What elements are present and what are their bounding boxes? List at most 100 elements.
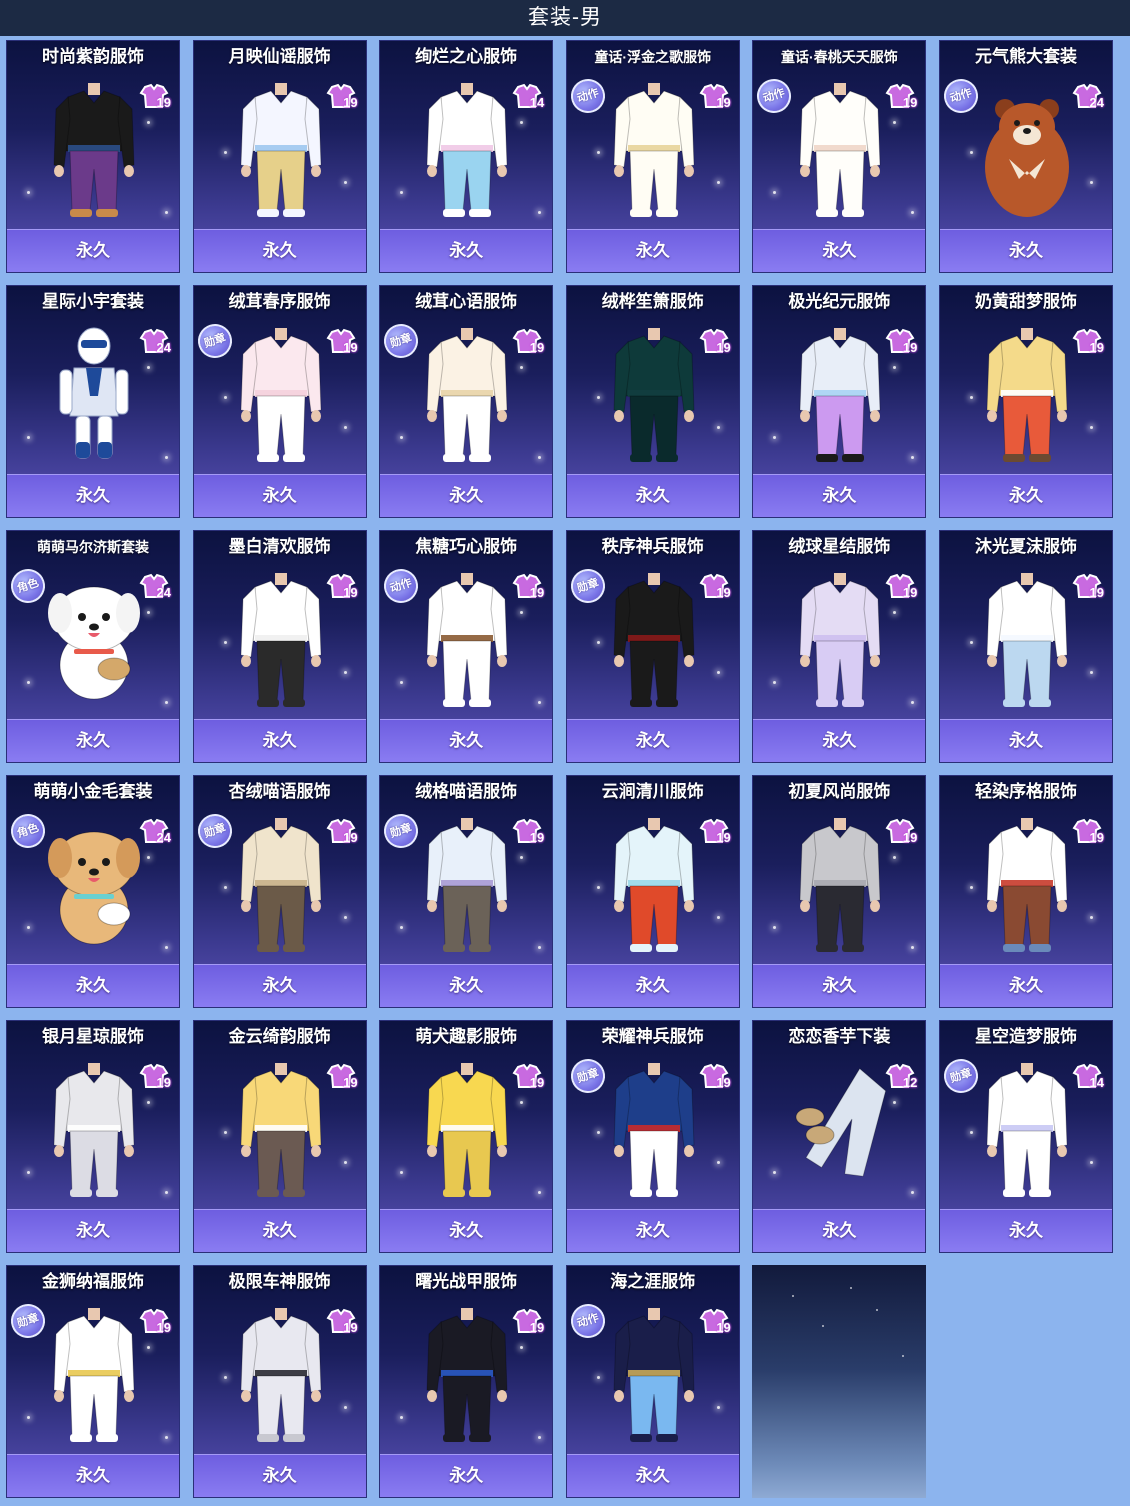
duration-label: 永久 [193,474,366,517]
outfit-card[interactable]: 轻染序格服饰 19 永久 [938,775,1113,1008]
level-value: 19 [1089,830,1104,845]
outfit-card[interactable]: 金狮纳福服饰 19 勋章 永久 [6,1265,180,1498]
sparkle-decoration [773,191,777,194]
outfit-card[interactable]: 焦糖巧心服饰 19 动作 永久 [379,530,554,763]
pants-icon [795,1067,887,1177]
outfit-name: 奶黄甜梦服饰 [974,292,1077,311]
outfit-card[interactable]: 绒格喵语服饰 19 勋章 永久 [379,775,554,1008]
level-badge: 19 [139,83,173,111]
sparkle-decoration [893,856,897,859]
sparkle-decoration [27,926,30,929]
outfit-card[interactable]: 星空造梦服饰 14 勋章 永久 [938,1020,1113,1253]
outfit-name: 极光纪元服饰 [788,292,891,311]
outfit-icon [426,818,508,952]
outfit-card[interactable]: 云涧清川服饰 19 永久 [565,775,740,1008]
level-value: 24 [156,340,171,355]
level-badge: 19 [326,573,360,601]
outfit-card[interactable]: 极限车神服饰 19 永久 [192,1265,367,1498]
outfit-icon [240,1308,322,1442]
sparkle-decoration [893,121,897,124]
duration-label: 永久 [753,474,926,517]
outfit-card[interactable]: 时尚紫韵服饰 19 永久 [6,40,180,273]
outfit-name: 元气熊大套装 [974,47,1077,66]
page-header: 套装-男 [0,0,1130,36]
sparkle-decoration [343,181,347,184]
outfit-card[interactable]: 银月星琼服饰 19 永久 [6,1020,180,1253]
duration-label: 永久 [939,719,1112,762]
outfit-icon [799,818,881,952]
outfit-card[interactable]: 极光纪元服饰 19 永久 [752,285,927,518]
sparkle-decoration [716,1161,720,1164]
page-title: 套装-男 [528,6,602,29]
outfit-card[interactable]: 绒桦笙箫服饰 19 永久 [565,285,740,518]
outfit-icon [986,1063,1068,1197]
outfit-name: 秩序神兵服饰 [601,537,704,556]
sparkle-decoration [911,456,915,459]
level-value: 24 [156,830,171,845]
outfit-icon [613,573,695,707]
outfit-card[interactable]: 童话·浮金之歌服饰 19 动作 永久 [565,40,740,273]
duration-label: 永久 [566,1454,739,1497]
duration-label: 永久 [566,964,739,1007]
outfit-card[interactable]: 金云绮韵服饰 19 永久 [192,1020,367,1253]
sparkle-decoration [1089,426,1093,429]
outfit-name: 时尚紫韵服饰 [42,47,144,66]
sparkle-decoration [165,1436,168,1439]
duration-label: 永久 [193,719,366,762]
sparkle-decoration [716,671,720,674]
sparkle-decoration [343,1161,347,1164]
level-badge: 19 [885,818,919,846]
outfit-card[interactable]: 星际小宇套装 24 永久 [6,285,180,518]
level-badge: 19 [699,328,733,356]
level-value: 24 [1089,95,1104,110]
level-badge: 19 [699,818,733,846]
outfit-card[interactable]: 荣耀神兵服饰 19 勋章 永久 [565,1020,740,1253]
level-badge: 24 [139,328,173,356]
sparkle-decoration [147,856,150,859]
duration-label: 永久 [566,474,739,517]
outfit-card[interactable]: 沐光夏沫服饰 19 永久 [938,530,1113,763]
outfit-card[interactable]: 萌萌马尔济斯套装 24 角色 永久 [6,530,180,763]
feature-badge: 勋章 [566,1054,610,1098]
outfit-card[interactable]: 元气熊大套装 24 动作 永久 [938,40,1113,273]
outfit-card[interactable]: 绚烂之心服饰 14 永久 [379,40,554,273]
level-value: 24 [156,585,171,600]
level-value: 19 [902,585,918,600]
outfit-card[interactable]: 萌萌小金毛套装 24 角色 永久 [6,775,180,1008]
outfit-card[interactable]: 墨白清欢服饰 19 永久 [192,530,367,763]
outfit-card[interactable]: 绒球星结服饰 19 永久 [752,530,927,763]
level-value: 19 [343,1075,358,1090]
level-value: 19 [343,830,358,845]
level-badge: 19 [326,328,360,356]
sparkle-decoration [27,436,30,439]
outfit-icon [613,1063,695,1197]
sparkle-decoration [596,641,600,644]
outfit-name: 萌萌小金毛套装 [33,782,153,801]
outfit-card[interactable]: 恋恋香芋下装 12 永久 [752,1020,927,1253]
outfit-card[interactable]: 杏绒喵语服饰 19 勋章 永久 [192,775,367,1008]
outfit-name: 海之涯服饰 [610,1272,696,1291]
duration-label: 永久 [7,474,179,517]
feature-badge: 角色 [7,564,50,608]
sparkle-decoration [596,396,600,399]
outfit-card[interactable]: 秩序神兵服饰 19 勋章 永久 [565,530,740,763]
outfit-card[interactable]: 初夏风尚服饰 19 永久 [752,775,927,1008]
outfit-card[interactable]: 月映仙谣服饰 19 永久 [192,40,367,273]
feature-badge: 勋章 [7,1299,50,1343]
level-value: 19 [902,340,918,355]
outfit-card[interactable]: 绒茸心语服饰 19 勋章 永久 [379,285,554,518]
outfit-icon [799,328,881,462]
outfit-card[interactable]: 曙光战甲服饰 19 永久 [379,1265,554,1498]
outfit-name: 轻染序格服饰 [974,782,1077,801]
outfit-card[interactable]: 童话·春桃夭夭服饰 19 动作 永久 [752,40,927,273]
outfit-card[interactable]: 萌犬趣影服饰 19 永久 [379,1020,554,1253]
outfit-card[interactable]: 奶黄甜梦服饰 19 永久 [938,285,1113,518]
outfit-card[interactable]: 海之涯服饰 19 动作 永久 [565,1265,740,1498]
outfit-card[interactable]: 绒茸春序服饰 19 勋章 永久 [192,285,367,518]
level-badge: 19 [885,83,919,111]
sparkle-decoration [147,1101,150,1104]
sparkle-decoration [596,1376,600,1379]
level-value: 12 [902,1075,918,1090]
outfit-name: 星际小宇套装 [42,292,144,311]
sparkle-decoration [400,191,404,194]
